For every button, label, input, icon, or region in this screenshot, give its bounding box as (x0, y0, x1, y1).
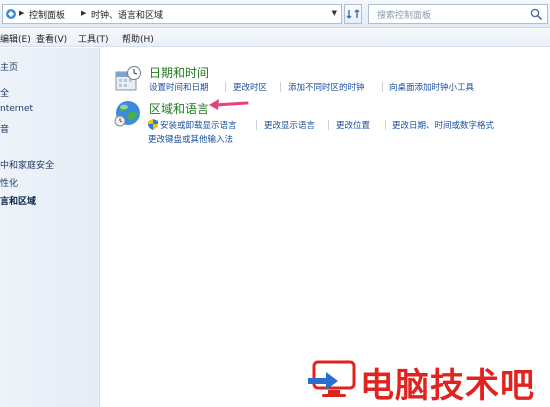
link-set-time-date[interactable]: 设置时间和日期 (149, 81, 209, 93)
link-separator (328, 120, 329, 130)
watermark: 电脑技术吧 (306, 356, 550, 406)
breadcrumb-separator-icon: ▶ (19, 9, 25, 17)
link-change-keyboard-input[interactable]: 更改键盘或其他输入法 (148, 133, 233, 145)
control-panel-icon (6, 9, 16, 19)
link-separator (225, 82, 226, 92)
link-install-display-language[interactable]: 安装或卸载显示语言 (160, 119, 237, 131)
address-bar[interactable]: ▶ 控制面板 ▶ 时钟、语言和区域 ▼ (2, 4, 342, 24)
search-icon[interactable] (530, 8, 543, 21)
address-bar-row: ▶ 控制面板 ▶ 时钟、语言和区域 ▼ 搜索控制面板 (0, 0, 550, 28)
breadcrumb-control-panel[interactable]: 控制面板 (29, 8, 65, 21)
sidebar-item-sound[interactable]: 音 (0, 122, 9, 135)
region-language-title[interactable]: 区域和语言 (149, 100, 209, 117)
menu-edit[interactable]: 编辑(E) (0, 32, 31, 45)
breadcrumb-clock-language-region[interactable]: 时钟、语言和区域 (91, 8, 163, 21)
region-language-globe-icon[interactable] (113, 98, 143, 128)
main-content: 日期和时间 设置时间和日期 更改时区 添加不同时区的时钟 向桌面添加时钟小工具 … (101, 48, 550, 407)
link-change-location[interactable]: 更改位置 (336, 119, 370, 131)
link-change-display-language[interactable]: 更改显示语言 (264, 119, 315, 131)
sidebar-item-security[interactable]: 全 (0, 86, 9, 99)
sidebar-item-family-safety[interactable]: 中和家庭安全 (0, 158, 54, 171)
link-change-date-time-number-format[interactable]: 更改日期、时间或数字格式 (392, 119, 494, 131)
watermark-text: 电脑技术吧 (360, 366, 535, 406)
link-add-clocks[interactable]: 添加不同时区的时钟 (288, 81, 365, 93)
sidebar-item-language-region[interactable]: 言和区域 (0, 194, 36, 207)
link-separator (280, 82, 281, 92)
watermark-monitor-logo-icon (308, 360, 356, 397)
sidebar-item-internet[interactable]: nternet (0, 104, 33, 114)
refresh-icon (346, 9, 360, 19)
address-dropdown-icon[interactable]: ▼ (332, 9, 337, 17)
date-time-icon[interactable] (113, 64, 143, 94)
sidebar-item-home[interactable]: 主页 (0, 60, 18, 73)
breadcrumb-separator-icon[interactable]: ▶ (81, 9, 86, 17)
date-time-title[interactable]: 日期和时间 (149, 64, 209, 81)
refresh-button[interactable] (344, 4, 362, 24)
menu-bar: 编辑(E) 查看(V) 工具(T) 帮助(H) (0, 29, 550, 47)
link-separator (256, 120, 257, 130)
sidebar: 主页 全 nternet 音 中和家庭安全 性化 言和区域 (0, 48, 100, 407)
search-input[interactable]: 搜索控制面板 (368, 4, 548, 24)
link-separator (382, 82, 383, 92)
annotation-arrow-icon (209, 99, 249, 110)
menu-help[interactable]: 帮助(H) (122, 32, 154, 45)
link-add-clock-gadget[interactable]: 向桌面添加时钟小工具 (389, 81, 474, 93)
menu-view[interactable]: 查看(V) (36, 32, 67, 45)
menu-tools[interactable]: 工具(T) (78, 32, 109, 45)
sidebar-item-personalization[interactable]: 性化 (0, 176, 18, 189)
uac-shield-icon (148, 119, 158, 130)
link-change-timezone[interactable]: 更改时区 (233, 81, 267, 93)
search-placeholder: 搜索控制面板 (377, 11, 432, 21)
link-separator (385, 120, 386, 130)
